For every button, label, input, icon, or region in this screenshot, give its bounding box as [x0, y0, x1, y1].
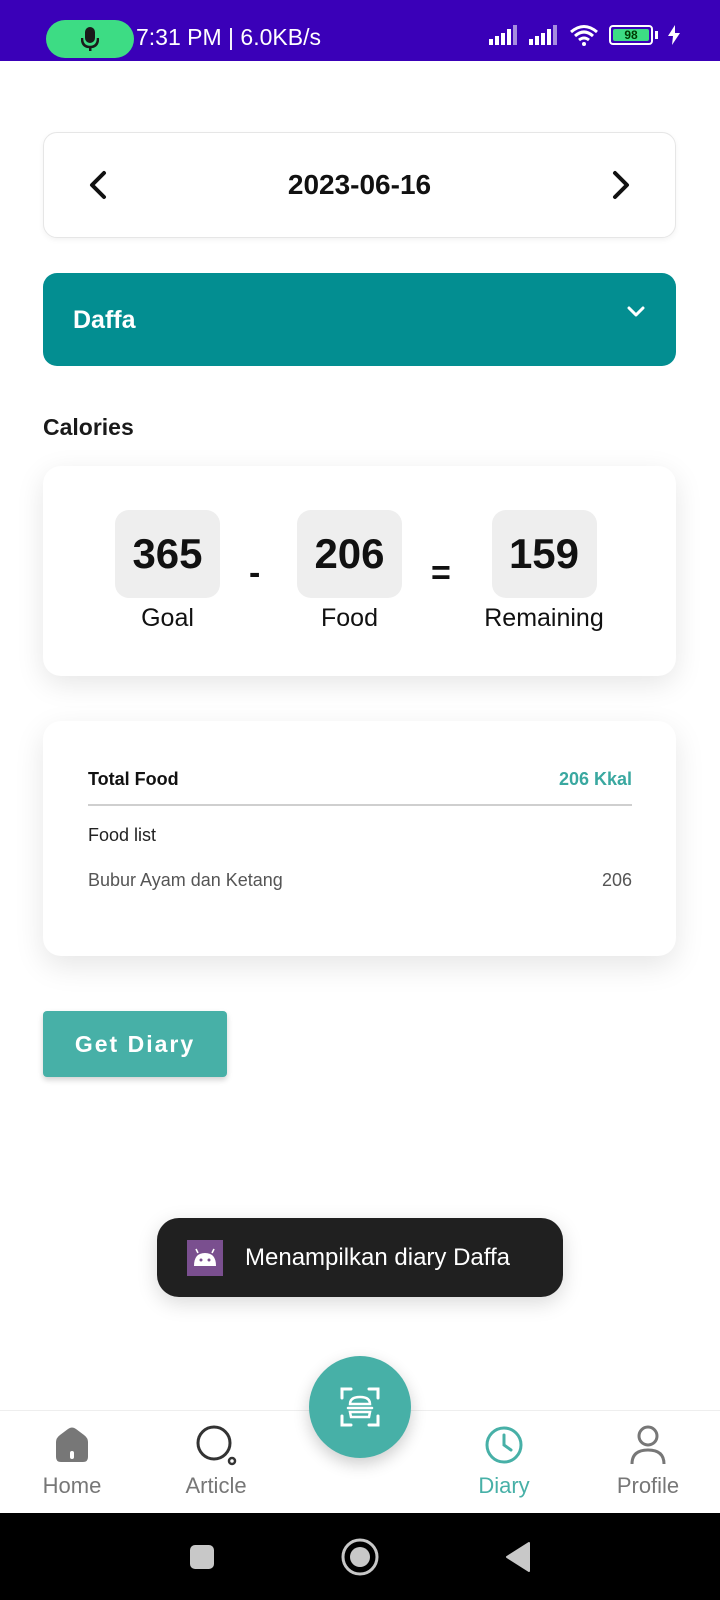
status-time: 7:31 PM | 6.0KB/s [136, 24, 321, 50]
minus-sign: - [249, 554, 261, 592]
status-icons: 98 [489, 24, 680, 46]
home-circle-icon [341, 1538, 379, 1576]
mic-indicator[interactable] [46, 20, 134, 58]
back-icon [506, 1542, 530, 1572]
goal-column: 365 Goal [115, 510, 220, 633]
mic-icon [81, 27, 99, 51]
charging-icon [668, 25, 680, 45]
calories-title: Calories [43, 414, 134, 440]
chevron-down-icon [627, 306, 645, 317]
equals-sign: = [431, 554, 451, 592]
food-item-calories: 206 [601, 870, 632, 890]
chevron-right-icon [613, 171, 629, 199]
wifi-icon [570, 25, 598, 46]
status-bar: 7:31 PM | 6.0KB/s 98 [0, 0, 720, 61]
toast-message: Menampilkan diary Daffa [245, 1243, 511, 1271]
food-value: 206 [297, 510, 402, 598]
nav-item-article[interactable]: Article [144, 1411, 288, 1514]
clock-icon [485, 1426, 523, 1464]
goal-value: 365 [115, 510, 220, 598]
nav-label-profile: Profile [616, 1473, 680, 1498]
battery-level: 98 [624, 28, 638, 42]
person-icon [630, 1425, 666, 1465]
food-item-name: Bubur Ayam dan Ketang [88, 870, 283, 890]
remaining-label: Remaining [484, 604, 604, 632]
recents-button[interactable] [180, 1535, 224, 1579]
list-item: Bubur Ayam dan Ketang 206 [88, 870, 632, 891]
nav-label-article: Article [185, 1473, 247, 1498]
user-select-dropdown[interactable]: Daffa [43, 273, 676, 366]
total-food-value: 206 Kkal [558, 769, 632, 789]
date-navigator: 2023-06-16 [43, 132, 676, 238]
food-summary-card: Total Food 206 Kkal Food list Bubur Ayam… [43, 721, 676, 956]
back-button[interactable] [496, 1535, 540, 1579]
system-home-button[interactable] [338, 1535, 382, 1579]
android-icon [187, 1239, 223, 1276]
recents-icon [190, 1545, 214, 1569]
signal-icon [529, 25, 557, 45]
nav-item-diary[interactable]: Diary [432, 1411, 576, 1514]
food-label: Food [321, 604, 378, 632]
selected-date: 2023-06-16 [287, 169, 432, 200]
system-nav-bar [0, 1513, 720, 1600]
nav-label-home: Home [42, 1473, 102, 1498]
battery-icon: 98 [609, 25, 653, 45]
remaining-column: 159 Remaining [475, 510, 613, 633]
nav-label-diary: Diary [478, 1473, 530, 1498]
nav-item-profile[interactable]: Profile [576, 1411, 720, 1514]
search-icon [196, 1425, 237, 1466]
next-date-button[interactable] [601, 165, 641, 205]
selected-user: Daffa [73, 306, 136, 334]
get-diary-button[interactable]: Get Diary [43, 1011, 227, 1077]
divider [88, 804, 632, 806]
remaining-value: 159 [491, 510, 597, 598]
scan-food-icon [340, 1387, 380, 1427]
calories-card: 365 Goal - 206 Food = 159 Remaining [43, 466, 676, 676]
toast: Menampilkan diary Daffa [157, 1218, 563, 1297]
nav-item-home[interactable]: Home [0, 1411, 144, 1514]
total-food-label: Total Food [88, 769, 179, 789]
signal-icon [489, 25, 517, 45]
food-list-label: Food list [88, 825, 157, 845]
food-total-row: Total Food 206 Kkal [88, 769, 632, 790]
home-icon [56, 1427, 88, 1462]
scan-food-button[interactable] [309, 1356, 411, 1458]
food-column: 206 Food [297, 510, 402, 633]
goal-label: Goal [141, 604, 194, 632]
